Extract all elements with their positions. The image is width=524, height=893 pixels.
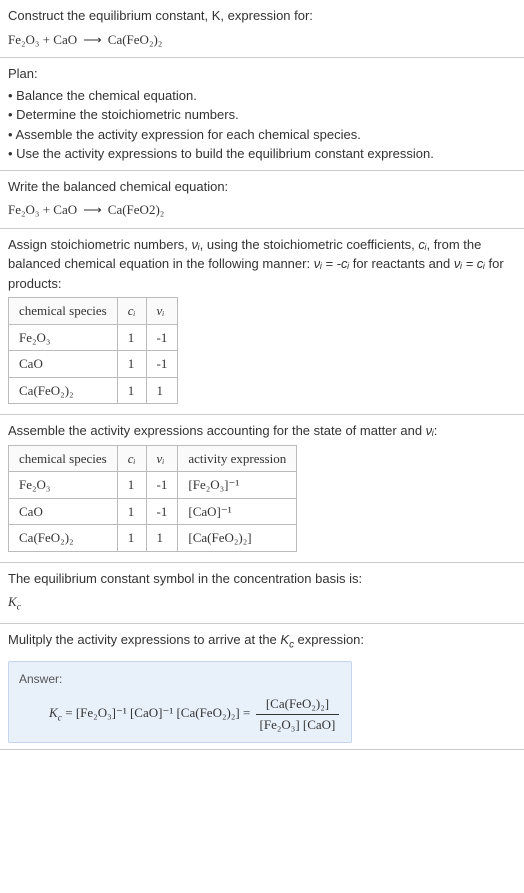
activity-r3c1: Ca(FeO₂)₂ bbox=[9, 525, 118, 552]
symbol-prompt: The equilibrium constant symbol in the c… bbox=[8, 569, 516, 589]
table-header-row: chemical species cᵢ νᵢ activity expressi… bbox=[9, 445, 297, 472]
intro-eq-plus: + bbox=[39, 32, 53, 47]
multiply-section: Mulitply the activity expressions to arr… bbox=[0, 624, 524, 750]
activity-h3: νᵢ bbox=[146, 445, 178, 472]
multiply-kc: Kc bbox=[280, 632, 294, 647]
stoich-h3: νᵢ bbox=[146, 298, 178, 325]
multiply-prompt: Mulitply the activity expressions to arr… bbox=[8, 630, 516, 653]
stoich-v1: νᵢ bbox=[192, 237, 200, 252]
balanced-eq-arrow: ⟶ bbox=[83, 202, 102, 217]
plan-list: • Balance the chemical equation. • Deter… bbox=[8, 86, 516, 164]
plan-section: Plan: • Balance the chemical equation. •… bbox=[0, 58, 524, 171]
intro-eq-arrow: ⟶ bbox=[83, 32, 102, 47]
activity-r3c2: 1 bbox=[117, 525, 146, 552]
intro-prompt-text: Construct the equilibrium constant, K, e… bbox=[8, 8, 313, 23]
stoich-h2: cᵢ bbox=[117, 298, 146, 325]
answer-eq2: = bbox=[243, 705, 254, 720]
activity-r1c4: [Fe₂O₃]⁻¹ bbox=[178, 472, 297, 499]
balanced-equation: Fe₂O₃ + CaO ⟶ Ca(FeO2)₂ bbox=[8, 200, 516, 220]
symbol-value: Kc bbox=[8, 592, 516, 615]
stoich-r3c1: Ca(FeO₂)₂ bbox=[9, 377, 118, 404]
multiply-p1: Mulitply the activity expressions to arr… bbox=[8, 632, 280, 647]
plan-item-1: • Balance the chemical equation. bbox=[8, 86, 516, 106]
kc-symbol: Kc bbox=[8, 594, 21, 609]
table-header-row: chemical species cᵢ νᵢ bbox=[9, 298, 178, 325]
activity-table: chemical species cᵢ νᵢ activity expressi… bbox=[8, 445, 297, 552]
answer-expression: Kc = [Fe₂O₃]⁻¹ [CaO]⁻¹ [Ca(FeO₂)₂] = [Ca… bbox=[49, 694, 341, 734]
stoich-p2: , using the stoichiometric coefficients, bbox=[200, 237, 419, 252]
answer-term3: [Ca(FeO₂)₂] bbox=[176, 705, 239, 720]
answer-box: Answer: Kc = [Fe₂O₃]⁻¹ [CaO]⁻¹ [Ca(FeO₂)… bbox=[8, 661, 352, 743]
multiply-p2: expression: bbox=[294, 632, 364, 647]
table-row: CaO 1 -1 [CaO]⁻¹ bbox=[9, 498, 297, 525]
stoich-r2c2: 1 bbox=[117, 351, 146, 378]
stoich-r1c2: 1 bbox=[117, 324, 146, 351]
stoich-r2: νᵢ = cᵢ bbox=[454, 256, 485, 271]
table-row: Ca(FeO₂)₂ 1 1 bbox=[9, 377, 178, 404]
stoich-r2c3: -1 bbox=[146, 351, 178, 378]
stoich-r3c2: 1 bbox=[117, 377, 146, 404]
activity-r3c4: [Ca(FeO₂)₂] bbox=[178, 525, 297, 552]
stoich-r1: νᵢ = -cᵢ bbox=[314, 256, 349, 271]
balanced-prompt: Write the balanced chemical equation: bbox=[8, 177, 516, 197]
intro-equation: Fe₂O₃ + CaO ⟶ Ca(FeO₂)₂ bbox=[8, 30, 516, 50]
answer-eq1: = bbox=[65, 705, 76, 720]
intro-section: Construct the equilibrium constant, K, e… bbox=[0, 0, 524, 58]
activity-r2c4: [CaO]⁻¹ bbox=[178, 498, 297, 525]
balanced-eq-plus: + bbox=[39, 202, 53, 217]
balanced-eq-lhs1: Fe₂O₃ bbox=[8, 202, 39, 217]
stoich-table: chemical species cᵢ νᵢ Fe₂O₃ 1 -1 CaO 1 … bbox=[8, 297, 178, 404]
answer-frac-num: [Ca(FeO₂)₂] bbox=[256, 694, 340, 715]
stoich-p4: for reactants and bbox=[349, 256, 454, 271]
answer-kc: Kc bbox=[49, 705, 62, 720]
stoich-prompt: Assign stoichiometric numbers, νᵢ, using… bbox=[8, 235, 516, 294]
answer-frac-den: [Fe₂O₃] [CaO] bbox=[256, 715, 340, 735]
balanced-section: Write the balanced chemical equation: Fe… bbox=[0, 171, 524, 229]
activity-r3c3: 1 bbox=[146, 525, 178, 552]
activity-r1c2: 1 bbox=[117, 472, 146, 499]
activity-r2c2: 1 bbox=[117, 498, 146, 525]
activity-h4: activity expression bbox=[178, 445, 297, 472]
intro-eq-lhs2: CaO bbox=[53, 32, 77, 47]
activity-h1: chemical species bbox=[9, 445, 118, 472]
balanced-eq-lhs2: CaO bbox=[53, 202, 77, 217]
plan-item-2: • Determine the stoichiometric numbers. bbox=[8, 105, 516, 125]
activity-section: Assemble the activity expressions accoun… bbox=[0, 415, 524, 563]
stoich-p1: Assign stoichiometric numbers, bbox=[8, 237, 192, 252]
activity-p2: : bbox=[434, 423, 438, 438]
stoich-h1: chemical species bbox=[9, 298, 118, 325]
stoich-r1c3: -1 bbox=[146, 324, 178, 351]
table-row: Ca(FeO₂)₂ 1 1 [Ca(FeO₂)₂] bbox=[9, 525, 297, 552]
symbol-section: The equilibrium constant symbol in the c… bbox=[0, 563, 524, 625]
plan-header: Plan: bbox=[8, 64, 516, 84]
activity-r1c1: Fe₂O₃ bbox=[9, 472, 118, 499]
stoich-r2c1: CaO bbox=[9, 351, 118, 378]
balanced-eq-rhs: Ca(FeO2)₂ bbox=[108, 202, 165, 217]
answer-fraction: [Ca(FeO₂)₂] [Fe₂O₃] [CaO] bbox=[256, 694, 340, 734]
stoich-r3c3: 1 bbox=[146, 377, 178, 404]
intro-eq-lhs1: Fe₂O₃ bbox=[8, 32, 39, 47]
intro-prompt: Construct the equilibrium constant, K, e… bbox=[8, 6, 516, 26]
answer-label: Answer: bbox=[19, 670, 341, 688]
stoich-section: Assign stoichiometric numbers, νᵢ, using… bbox=[0, 229, 524, 416]
activity-h2: cᵢ bbox=[117, 445, 146, 472]
intro-eq-rhs: Ca(FeO₂)₂ bbox=[108, 32, 163, 47]
answer-term2: [CaO]⁻¹ bbox=[130, 705, 173, 720]
plan-item-4: • Use the activity expressions to build … bbox=[8, 144, 516, 164]
activity-r2c3: -1 bbox=[146, 498, 178, 525]
plan-item-3: • Assemble the activity expression for e… bbox=[8, 125, 516, 145]
table-row: Fe₂O₃ 1 -1 [Fe₂O₃]⁻¹ bbox=[9, 472, 297, 499]
activity-prompt: Assemble the activity expressions accoun… bbox=[8, 421, 516, 441]
stoich-r1c1: Fe₂O₃ bbox=[9, 324, 118, 351]
table-row: Fe₂O₃ 1 -1 bbox=[9, 324, 178, 351]
activity-p1: Assemble the activity expressions accoun… bbox=[8, 423, 426, 438]
activity-r1c3: -1 bbox=[146, 472, 178, 499]
table-row: CaO 1 -1 bbox=[9, 351, 178, 378]
activity-v: νᵢ bbox=[426, 423, 434, 438]
answer-term1: [Fe₂O₃]⁻¹ bbox=[76, 705, 127, 720]
activity-r2c1: CaO bbox=[9, 498, 118, 525]
